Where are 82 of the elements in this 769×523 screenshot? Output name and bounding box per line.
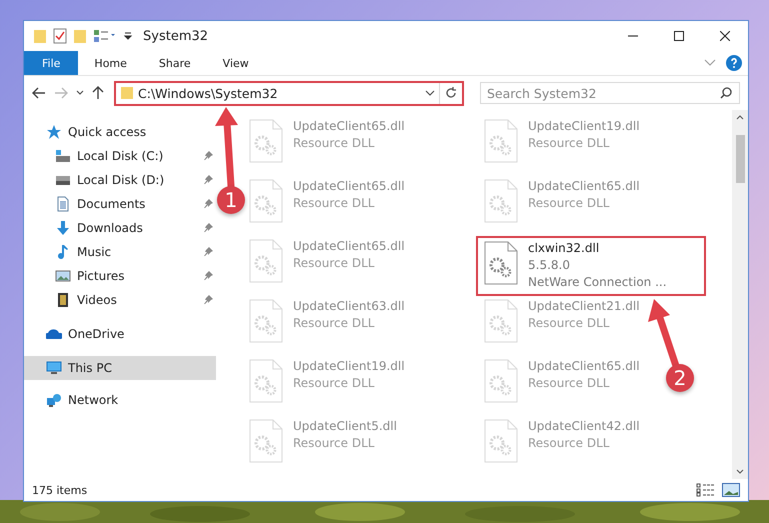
search-icon[interactable]: [720, 87, 732, 99]
recent-locations-icon[interactable]: [76, 90, 84, 96]
properties-icon[interactable]: [53, 28, 67, 44]
nav-item[interactable]: Local Disk (C:): [24, 144, 216, 168]
film-icon: [55, 292, 71, 308]
item-count: 175 items: [32, 484, 88, 496]
pin-icon[interactable]: [204, 271, 214, 281]
ribbon-tab[interactable]: Home: [78, 51, 143, 75]
nav-item[interactable]: Quick access: [24, 120, 216, 144]
file-type: Resource DLL: [528, 196, 610, 210]
address-bar[interactable]: C:\Windows\System32: [114, 80, 464, 106]
folder-icon: [120, 86, 134, 100]
picture-icon: [55, 268, 71, 284]
details-view-icon[interactable]: [696, 483, 716, 497]
refresh-icon: [445, 87, 457, 99]
file-type: Resource DLL: [528, 436, 610, 450]
highlighted-file[interactable]: clxwin32.dll 5.5.8.0 NetWare Connection ...: [476, 236, 706, 296]
dll-file-icon: [249, 299, 283, 343]
pin-icon[interactable]: [204, 295, 214, 305]
help-icon[interactable]: [726, 55, 742, 71]
nav-item[interactable]: Network: [24, 388, 216, 412]
document-icon: [55, 196, 71, 212]
dll-file-icon: [484, 241, 518, 285]
dropdown-icon[interactable]: [123, 31, 133, 41]
nav-item[interactable]: Local Disk (D:): [24, 168, 216, 192]
file-type: Resource DLL: [528, 316, 610, 330]
monitor-icon: [46, 360, 62, 376]
nav-item[interactable]: Documents: [24, 192, 216, 216]
star-icon: [46, 124, 62, 140]
file-description: NetWare Connection ...: [528, 275, 667, 289]
dll-file-icon: [484, 419, 518, 463]
file-type: Resource DLL: [293, 376, 376, 390]
view-options-icon[interactable]: [93, 29, 117, 43]
scroll-down-icon[interactable]: [735, 468, 745, 476]
dropdown-icon[interactable]: [425, 89, 435, 97]
drive-icon: [55, 148, 71, 164]
back-arrow-icon[interactable]: [32, 87, 46, 99]
file-type: Resource DLL: [293, 436, 376, 450]
dll-file-icon: [484, 359, 518, 403]
music-note-icon: [55, 244, 71, 260]
window-title: System32: [143, 28, 210, 44]
nav-item[interactable]: This PC: [24, 356, 216, 380]
nav-item[interactable]: Music: [24, 240, 216, 264]
pin-icon[interactable]: [204, 199, 214, 209]
nav-item[interactable]: Downloads: [24, 216, 216, 240]
file-type: Resource DLL: [528, 136, 610, 150]
dll-file-icon: [249, 359, 283, 403]
ribbon-tab[interactable]: File: [24, 51, 78, 75]
scrollbar[interactable]: [732, 110, 748, 479]
pin-icon[interactable]: [204, 247, 214, 257]
file-type: Resource DLL: [293, 256, 376, 270]
ribbon-tab[interactable]: Share: [142, 51, 207, 75]
pin-icon[interactable]: [204, 223, 214, 233]
up-arrow-icon[interactable]: [92, 86, 104, 100]
network-icon: [46, 392, 62, 408]
nav-item[interactable]: Pictures: [24, 264, 216, 288]
dll-file-icon: [249, 119, 283, 163]
file-type: Resource DLL: [528, 376, 610, 390]
scroll-thumb[interactable]: [736, 135, 744, 183]
file-name: clxwin32.dll: [528, 241, 600, 255]
dll-file-icon: [484, 119, 518, 163]
maximize-icon: [674, 31, 684, 41]
dll-file-icon: [249, 179, 283, 223]
file-type: Resource DLL: [293, 196, 376, 210]
large-icons-view-icon[interactable]: [722, 483, 740, 497]
nav-item[interactable]: Videos: [24, 288, 216, 312]
dll-file-icon: [484, 179, 518, 223]
dll-file-icon: [484, 299, 518, 343]
down-arrow-icon: [55, 220, 71, 236]
dll-file-icon: [249, 239, 283, 283]
file-version: 5.5.8.0: [528, 258, 571, 272]
ribbon-tab[interactable]: View: [206, 51, 265, 75]
file-type: Resource DLL: [293, 136, 376, 150]
scroll-up-icon[interactable]: [735, 113, 745, 121]
pin-icon[interactable]: [204, 175, 214, 185]
expand-ribbon-icon[interactable]: [704, 59, 716, 67]
close-icon: [720, 31, 730, 41]
nav-item[interactable]: OneDrive: [24, 322, 216, 346]
file-type: Resource DLL: [293, 316, 376, 330]
pin-icon[interactable]: [204, 151, 214, 161]
dll-file-icon: [249, 419, 283, 463]
search-field[interactable]: Search System32: [480, 82, 740, 104]
